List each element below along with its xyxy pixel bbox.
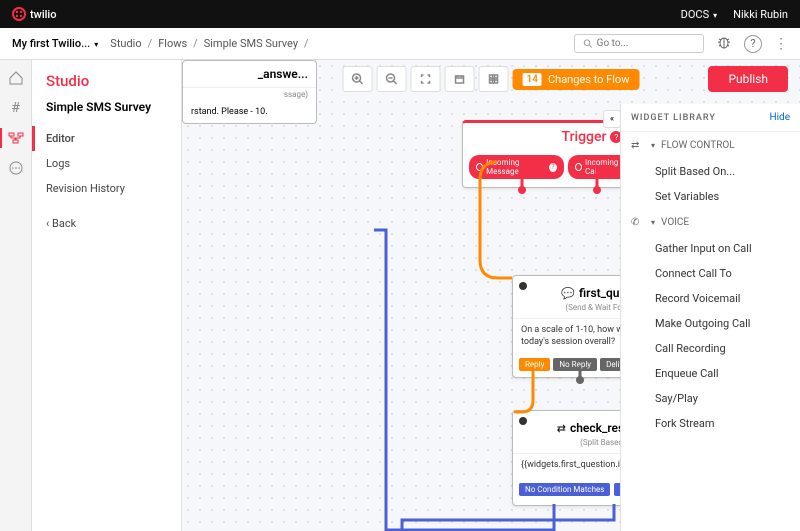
canvas-toolbar: 14 Changes to Flow <box>343 66 640 92</box>
out-reply[interactable]: Reply <box>519 358 550 371</box>
widget-outgoing[interactable]: Make Outgoing Call <box>621 311 800 336</box>
changes-count: 14 <box>523 73 542 86</box>
widget-fork[interactable]: Fork Stream <box>621 411 800 436</box>
nav-rail: # <box>0 60 32 531</box>
search-icon <box>583 38 593 49</box>
partial-widget[interactable]: _answe... ssage) rstand. Please - 10. <box>182 60 317 124</box>
twilio-logo-icon <box>12 7 26 21</box>
widget-sayplay[interactable]: Say/Play <box>621 386 800 411</box>
chevron-down-icon: ▾ <box>713 11 717 20</box>
chevron-down-icon: ▾ <box>651 141 655 150</box>
hide-panel-link[interactable]: Hide <box>769 112 790 123</box>
widget-title: _answe... <box>183 61 316 88</box>
out-noreply[interactable]: No Reply <box>553 358 597 371</box>
zoom-out-button[interactable] <box>377 66 407 92</box>
collapse-panel-button[interactable]: « <box>603 110 621 128</box>
widget-record-vm[interactable]: Record Voicemail <box>621 286 800 311</box>
category-voice[interactable]: ✆▾VOICE <box>621 209 800 236</box>
search-input[interactable] <box>597 38 695 49</box>
rail-home[interactable] <box>6 68 26 88</box>
docs-link[interactable]: DOCS▾ <box>681 8 718 21</box>
out-nomatch[interactable]: No Condition Matches <box>519 483 610 496</box>
widget-gather[interactable]: Gather Input on Call <box>621 236 800 261</box>
brand-logo[interactable]: twilio <box>12 7 56 21</box>
phone-icon: ✆ <box>631 217 645 228</box>
side-panel: Studio Simple SMS Survey Editor Logs Rev… <box>32 60 182 531</box>
chevron-down-icon: ▾ <box>651 218 655 227</box>
sidebar-item-editor[interactable]: Editor <box>32 126 181 151</box>
grid-button[interactable] <box>479 66 509 92</box>
fit-button[interactable] <box>411 66 441 92</box>
top-nav: twilio DOCS▾ Nikki Rubin <box>0 0 800 28</box>
brand-name: twilio <box>30 8 56 21</box>
rail-numbers[interactable]: # <box>6 98 26 118</box>
widget-setvars[interactable]: Set Variables <box>621 184 800 209</box>
input-port[interactable] <box>519 417 527 425</box>
trigger-out-message[interactable]: Incoming Message <box>469 155 564 179</box>
help-button[interactable]: ? <box>744 35 762 53</box>
subheader: My first Twilio...▾ Studio / Flows / Sim… <box>0 28 800 60</box>
panel-title: WIDGET LIBRARY <box>631 113 716 123</box>
split-icon: ⇄ <box>557 422 566 435</box>
sidebar-item-revision[interactable]: Revision History <box>32 176 181 201</box>
message-icon: 💬 <box>561 287 575 300</box>
widget-subtitle: ssage) <box>183 88 316 101</box>
changes-label: Changes to Flow <box>548 73 629 86</box>
zoom-in-button[interactable] <box>343 66 373 92</box>
breadcrumb[interactable]: Flows <box>158 37 187 50</box>
overflow-menu[interactable]: ⋮ <box>774 36 788 52</box>
global-search[interactable] <box>574 34 704 53</box>
changes-indicator[interactable]: 14 Changes to Flow <box>513 69 640 90</box>
trigger-title: Trigger <box>562 129 607 145</box>
rail-more[interactable] <box>6 158 26 178</box>
widget-enqueue[interactable]: Enqueue Call <box>621 361 800 386</box>
user-menu[interactable]: Nikki Rubin <box>733 8 788 21</box>
flow-canvas[interactable]: 14 Changes to Flow Publish Trigger? ⚙ <box>182 60 800 531</box>
widget-body: rstand. Please - 10. <box>183 101 316 123</box>
widget-library-panel: « WIDGET LIBRARY Hide ⇄▾FLOW CONTROL Spl… <box>620 104 800 531</box>
chevron-down-icon: ▾ <box>94 40 98 49</box>
debug-icon[interactable] <box>716 34 732 53</box>
project-dropdown[interactable]: My first Twilio...▾ <box>12 37 98 50</box>
panel-title: Studio <box>32 72 181 100</box>
input-port[interactable] <box>519 282 527 290</box>
breadcrumb[interactable]: Simple SMS Survey <box>204 37 298 50</box>
publish-button[interactable]: Publish <box>708 66 788 92</box>
widget-recording[interactable]: Call Recording <box>621 336 800 361</box>
flow-name: Simple SMS Survey <box>32 100 181 126</box>
category-flow-control[interactable]: ⇄▾FLOW CONTROL <box>621 132 800 159</box>
widget-connect[interactable]: Connect Call To <box>621 261 800 286</box>
rail-studio[interactable] <box>6 128 26 148</box>
flow-icon: ⇄ <box>631 140 645 151</box>
breadcrumb[interactable]: Studio <box>110 37 141 50</box>
back-link[interactable]: ‹ Back <box>32 201 181 230</box>
widget-split[interactable]: Split Based On... <box>621 159 800 184</box>
calendar-button[interactable] <box>445 66 475 92</box>
sidebar-item-logs[interactable]: Logs <box>32 151 181 176</box>
